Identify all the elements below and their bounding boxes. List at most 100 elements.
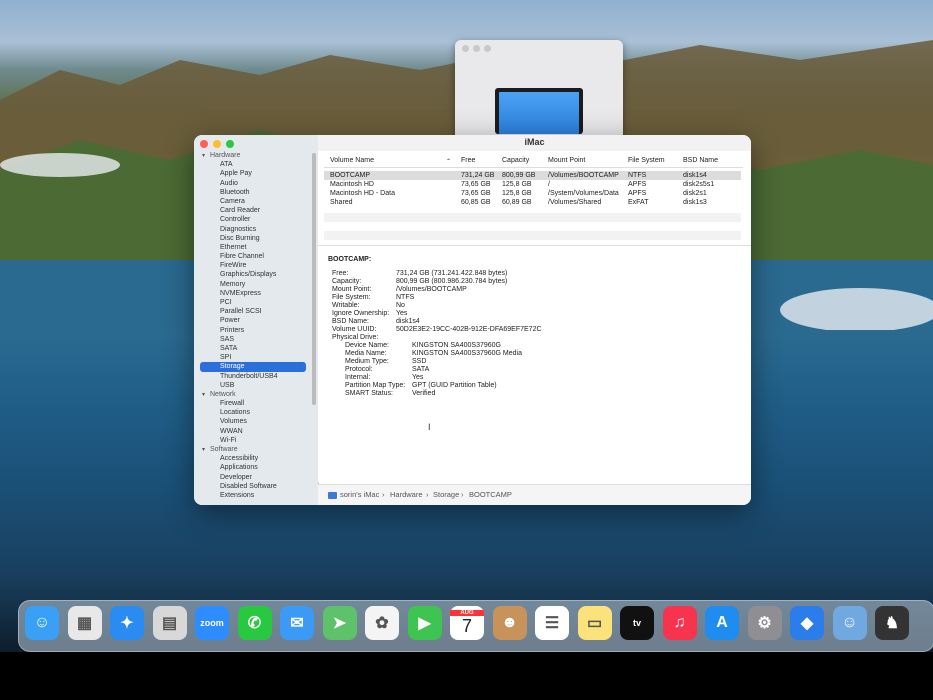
zoom-icon[interactable]: zoom — [195, 606, 229, 640]
details-heading: BOOTCAMP: — [328, 256, 372, 263]
system-information-window: ▾ Hardware ATA Apple Pay Audio Bluetooth Camer… — [194, 135, 751, 505]
sidebar-item-thunderbolt-usb4[interactable]: Thunderbolt/USB4 — [194, 372, 312, 381]
column-header-capacity[interactable]: Capacity — [502, 157, 529, 164]
disclosure-triangle-icon[interactable]: ▾ — [202, 391, 210, 400]
detail-value: Yes — [396, 310, 408, 317]
drive-detail-label: Protocol: — [345, 366, 373, 373]
minimize-button[interactable] — [213, 140, 221, 148]
breadcrumb-item[interactable]: Storage — [433, 490, 459, 499]
sidebar-item-firewire[interactable]: FireWire — [194, 261, 312, 270]
maps-icon[interactable]: ➤ — [322, 606, 357, 640]
sidebar-item-firewall[interactable]: Firewall — [194, 399, 312, 408]
table-cell: 125,8 GB — [502, 181, 532, 188]
sidebar-item-fibre-channel[interactable]: Fibre Channel — [194, 252, 312, 261]
sidebar-item-pci[interactable]: PCI — [194, 298, 312, 307]
sidebar-item-disc-burning[interactable]: Disc Burning — [194, 234, 312, 243]
sidebar-item-graphics-displays[interactable]: Graphics/Displays — [194, 270, 312, 279]
dock: ☺ ▦ ✦ ▤ zoom ✆ ✉ ➤ ✿ ▶ AUG 7 ☻ ☰ ▭ tv ♫ A ⚙ ◆ ☺ ♞ — [18, 600, 933, 652]
disclosure-triangle-icon[interactable]: ▾ — [202, 152, 210, 161]
sidebar-item-locations[interactable]: Locations — [194, 408, 312, 417]
sidebar-item-sas[interactable]: SAS — [194, 335, 312, 344]
sidebar-item-card-reader[interactable]: Card Reader — [194, 206, 312, 215]
table-row[interactable]: Shared 60,85 GB 60,89 GB/Volumes/Shared ExF… — [324, 198, 741, 207]
sidebar-item-ata[interactable]: ATA — [194, 160, 312, 169]
detail-value: No — [396, 302, 405, 309]
reminders-icon[interactable]: ☰ — [535, 606, 569, 640]
table-cell: 800,99 GB — [502, 172, 536, 179]
sidebar-item-ethernet[interactable]: Ethernet — [194, 243, 312, 252]
column-header-file-system[interactable]: File System — [628, 157, 665, 164]
sidebar-item-developer[interactable]: Developer — [194, 473, 312, 482]
detail-value: 50D2E3E2-19CC-402B-912E-DFA69EF7E72C — [396, 326, 542, 333]
calendar-icon[interactable]: AUG 7 — [450, 606, 484, 640]
sidebar-item-volumes[interactable]: Volumes — [194, 417, 312, 426]
sidebar-item-usb[interactable]: USB — [194, 381, 312, 390]
finder-alt-icon[interactable]: ☺ — [832, 606, 867, 640]
table-cell: disk1s3 — [683, 199, 707, 206]
apple-tv-icon[interactable]: tv — [620, 606, 654, 640]
column-header-free[interactable]: Free — [461, 157, 475, 164]
sidebar-item-power[interactable]: Power — [194, 316, 312, 325]
calendar-day: 7 — [461, 615, 472, 636]
sidebar-item-camera[interactable]: Camera — [194, 197, 312, 206]
contacts-icon[interactable]: ☻ — [492, 606, 527, 640]
safari-icon[interactable]: ✦ — [110, 606, 144, 640]
sidebar-item-bluetooth[interactable]: Bluetooth — [194, 188, 312, 197]
notes-icon[interactable]: ▭ — [577, 606, 612, 640]
detail-value: disk1s4 — [396, 318, 420, 325]
chess-icon[interactable]: ♞ — [875, 606, 909, 640]
music-icon[interactable]: ♫ — [662, 606, 697, 640]
sidebar-item-diagnostics[interactable]: Diagnostics — [194, 225, 312, 234]
table-row[interactable]: Macintosh HD 73,65 GB 125,8 GB / APFS disk2s5… — [324, 180, 741, 189]
sidebar-item-parallel-scsi[interactable]: Parallel SCSI — [194, 307, 312, 316]
drive-detail-label: Device Name: — [345, 342, 389, 349]
detail-label: Free: — [332, 270, 349, 277]
table-cell: 73,65 GB — [461, 190, 491, 197]
sidebar-item-audio[interactable]: Audio — [194, 179, 312, 188]
table-cell: Shared — [330, 199, 353, 206]
breadcrumb-item[interactable]: BOOTCAMP — [469, 490, 512, 499]
sidebar-item-storage[interactable]: Storage — [200, 362, 306, 372]
whatsapp-icon[interactable]: ✆ — [237, 606, 272, 640]
column-header-mount-point[interactable]: Mount Point — [548, 157, 585, 164]
sidebar-group-software[interactable]: ▾ Software — [194, 445, 312, 454]
table-cell: 731,24 GB — [461, 172, 495, 179]
launchpad-icon[interactable]: ▦ — [67, 606, 102, 640]
sidebar-item-apple-pay[interactable]: Apple Pay — [194, 169, 312, 178]
sidebar-item-nvmexpress[interactable]: NVMExpress — [194, 289, 312, 298]
sidebar-item-memory[interactable]: Memory — [194, 280, 312, 289]
finder-icon[interactable]: ☺ — [25, 606, 59, 640]
sidebar-item-extensions[interactable]: Extensions — [194, 491, 312, 500]
photos-icon[interactable]: ✿ — [365, 606, 399, 640]
roblox-icon[interactable]: ◆ — [790, 606, 824, 640]
sidebar-item-controller[interactable]: Controller — [194, 215, 312, 224]
sidebar-item-applications[interactable]: Applications — [194, 463, 312, 472]
sidebar-item-printers[interactable]: Printers — [194, 326, 312, 335]
sidebar-item-disabled-software[interactable]: Disabled Software — [194, 482, 312, 491]
column-header-volume-name[interactable]: Volume Name — [330, 157, 374, 164]
sidebar-item-wi-fi[interactable]: Wi-Fi — [194, 436, 312, 445]
sort-chevron-icon[interactable]: ⌃ — [446, 158, 451, 165]
calculator-icon[interactable]: ▤ — [152, 606, 187, 640]
zoom-button[interactable] — [226, 140, 234, 148]
sidebar-item-accessibility[interactable]: Accessibility — [194, 454, 312, 463]
breadcrumb-item[interactable]: Hardware — [390, 490, 423, 499]
breadcrumb: sorin's iMac › Hardware › Storage › BOOT… — [318, 484, 751, 505]
table-row[interactable]: BOOTCAMP 731,24 GB 800,99 GB/Volumes/BOOTC… — [324, 171, 741, 180]
facetime-icon[interactable]: ▶ — [407, 606, 442, 640]
sidebar-group-network[interactable]: ▾ Network — [194, 390, 312, 399]
sidebar-item-spi[interactable]: SPI — [194, 353, 312, 362]
column-header-bsd-name[interactable]: BSD Name — [683, 157, 718, 164]
table-row[interactable]: Macintosh HD - Data 73,65 GB 125,8 GB/Syst… — [324, 189, 741, 198]
app-store-icon[interactable]: A — [705, 606, 739, 640]
sidebar-item-wwan[interactable]: WWAN — [194, 427, 312, 436]
mail-icon[interactable]: ✉ — [280, 606, 314, 640]
breadcrumb-item[interactable]: sorin's iMac — [340, 490, 379, 499]
sidebar-group-hardware[interactable]: ▾ Hardware — [194, 151, 312, 160]
sidebar-scrollbar[interactable] — [312, 153, 316, 405]
table-cell: APFS — [628, 190, 647, 197]
close-button[interactable] — [200, 140, 208, 148]
disclosure-triangle-icon[interactable]: ▾ — [202, 446, 210, 455]
system-preferences-icon[interactable]: ⚙ — [747, 606, 782, 640]
sidebar-item-sata[interactable]: SATA — [194, 344, 312, 353]
